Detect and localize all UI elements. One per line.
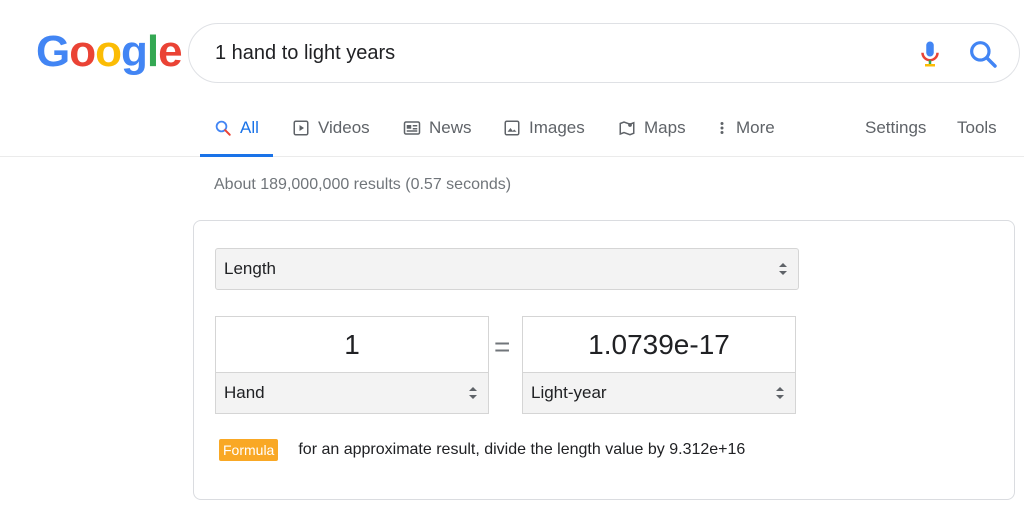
more-vertical-icon (720, 122, 724, 134)
logo-letter: o (69, 27, 96, 76)
tab-news[interactable]: News (403, 100, 472, 156)
image-icon (504, 120, 520, 136)
formula-row: Formula for an approximate result, divid… (219, 439, 745, 461)
formula-text: for an approximate result, divide the le… (298, 441, 746, 458)
tab-label: More (736, 118, 775, 137)
to-unit-select[interactable]: Light-year (522, 372, 796, 414)
tab-label: News (429, 118, 472, 137)
select-arrows-icon (779, 263, 787, 275)
to-converter: 1.0739e-17 Light-year (522, 316, 796, 414)
tab-label: All (240, 118, 259, 137)
map-icon (619, 121, 635, 136)
unit-converter-card: Length 1 Hand = 1.0739e-17 Light-year Fo… (193, 220, 1015, 500)
from-value-input[interactable]: 1 (216, 317, 488, 373)
equals-sign: = (494, 331, 511, 362)
logo-letter: g (121, 27, 148, 76)
result-stats: About 189,000,000 results (0.57 seconds) (214, 176, 512, 193)
settings-link[interactable]: Settings (865, 100, 926, 156)
logo-letter: l (146, 27, 159, 76)
from-unit-select[interactable]: Hand (215, 372, 489, 414)
to-unit-value: Light-year (531, 383, 607, 402)
tab-videos[interactable]: Videos (292, 100, 370, 156)
from-converter: 1 Hand (215, 316, 489, 414)
play-icon (293, 120, 309, 136)
tab-label: Images (529, 118, 585, 137)
logo-letter: o (95, 27, 122, 76)
logo-letter: e (158, 27, 183, 76)
tools-link[interactable]: Tools (957, 100, 997, 156)
search-icon (215, 120, 231, 136)
search-icon[interactable] (967, 38, 999, 70)
from-unit-value: Hand (224, 383, 265, 402)
logo-letter: G (36, 27, 70, 76)
tab-label: Maps (644, 118, 686, 137)
tab-label: Videos (318, 118, 370, 137)
search-input[interactable]: 1 hand to light years (215, 42, 395, 65)
microphone-icon[interactable] (915, 38, 945, 70)
news-icon (403, 121, 421, 135)
tab-maps[interactable]: Maps (618, 100, 686, 156)
tab-images[interactable]: Images (503, 100, 585, 156)
formula-badge: Formula (219, 439, 279, 461)
tab-more[interactable]: More (716, 100, 775, 156)
select-arrows-icon (776, 387, 784, 399)
category-select-value: Length (224, 259, 276, 278)
tab-all[interactable]: All (200, 100, 273, 157)
select-arrows-icon (469, 387, 477, 399)
to-value-input[interactable]: 1.0739e-17 (523, 317, 795, 373)
google-logo[interactable]: Google (36, 27, 183, 76)
search-tabs: All Videos News Images Maps More Setting… (0, 100, 1024, 157)
search-box[interactable]: 1 hand to light years (188, 23, 1020, 83)
category-select[interactable]: Length (215, 248, 799, 290)
